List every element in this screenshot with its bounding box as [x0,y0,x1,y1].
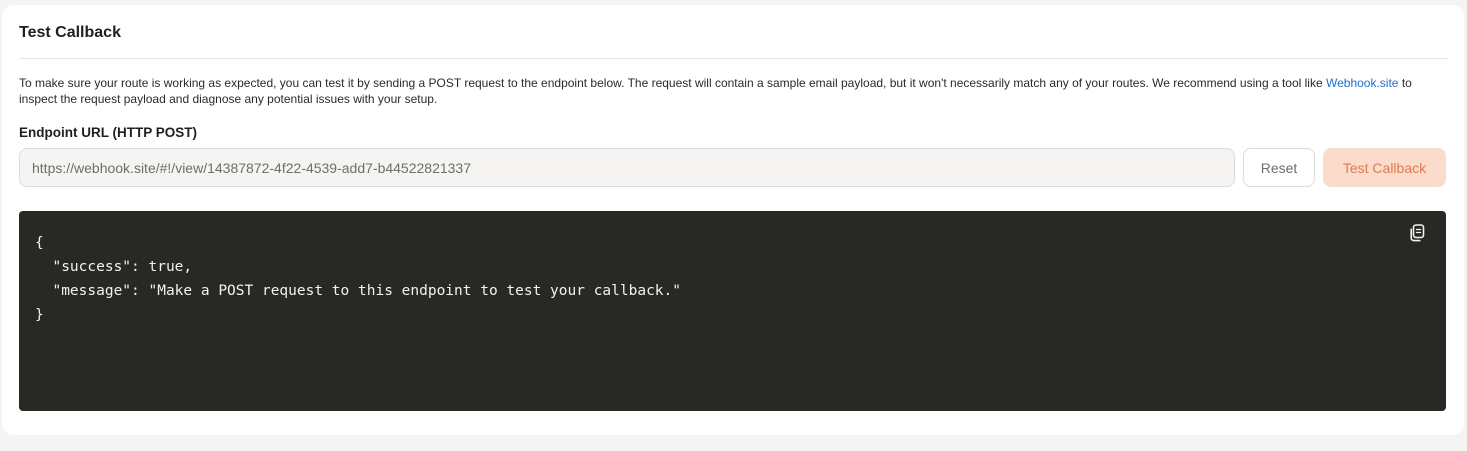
copy-icon[interactable] [1407,223,1427,243]
title-divider [19,58,1448,59]
card-title: Test Callback [19,24,121,41]
test-callback-button[interactable]: Test Callback [1323,148,1446,187]
response-code: { "success": true, "message": "Make a PO… [35,235,682,323]
endpoint-url-input[interactable] [19,148,1235,187]
description-before-link: To make sure your route is working as ex… [19,76,1326,90]
description-text: To make sure your route is working as ex… [19,75,1439,107]
webhook-site-link[interactable]: Webhook.site [1326,76,1399,90]
response-code-block: { "success": true, "message": "Make a PO… [19,211,1446,411]
test-callback-card: Test Callback To make sure your route is… [2,5,1464,435]
endpoint-url-label: Endpoint URL (HTTP POST) [19,125,197,140]
reset-button[interactable]: Reset [1243,148,1315,187]
